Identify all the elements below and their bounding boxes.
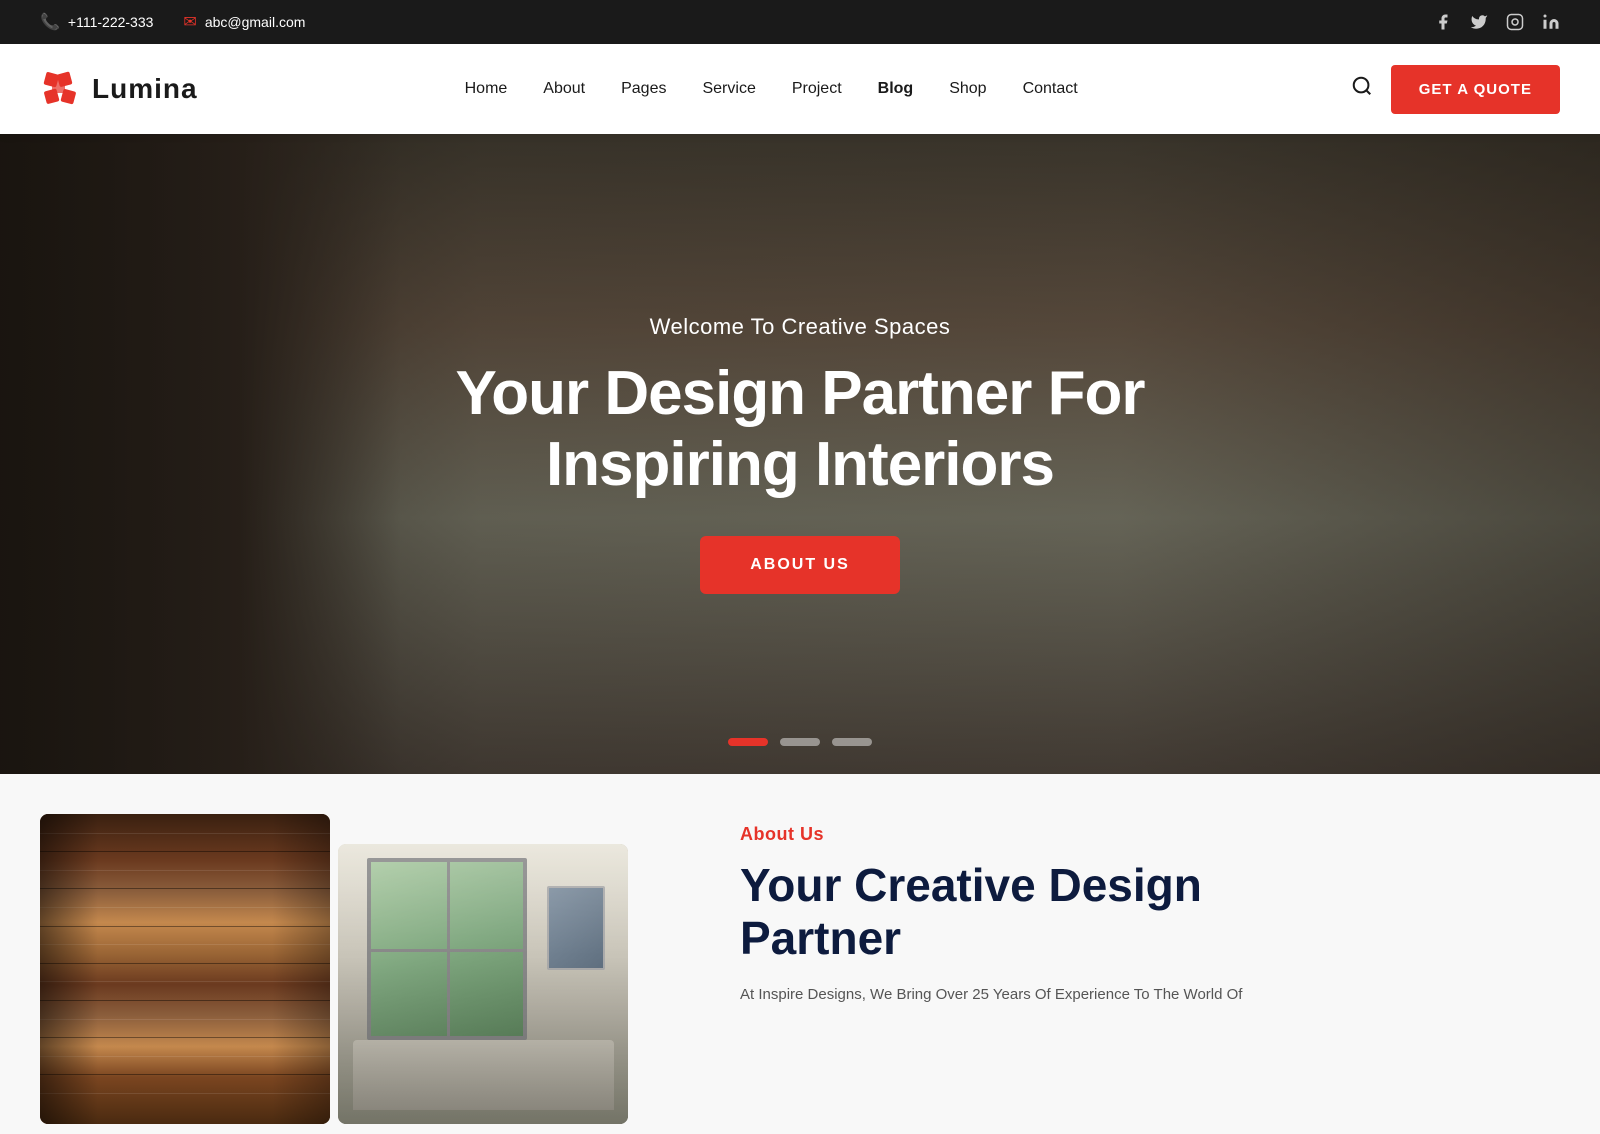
hero-title: Your Design Partner For Inspiring Interi… [456,358,1145,501]
get-quote-button[interactable]: GET A QUOTE [1391,65,1560,114]
phone-number: +111-222-333 [68,14,154,30]
phone-contact[interactable]: 📞 +111-222-333 [40,12,153,32]
twitter-icon[interactable] [1470,13,1488,31]
nav-shop[interactable]: Shop [935,70,1000,108]
logo-icon [40,68,82,110]
nav-actions: GET A QUOTE [1345,65,1560,114]
logo-text: Lumina [92,73,198,105]
about-description: At Inspire Designs, We Bring Over 25 Yea… [740,983,1540,1007]
wood-slats-decoration [40,814,330,1124]
about-us-button[interactable]: ABOUT US [700,536,900,594]
slide-dot-2[interactable] [780,738,820,746]
about-title-line2: Partner [740,912,901,964]
about-image-2 [338,844,628,1124]
hero-section: Welcome To Creative Spaces Your Design P… [0,134,1600,774]
slide-dots [728,738,872,746]
hero-title-line2: Inspiring Interiors [546,430,1054,499]
about-title: Your Creative Design Partner [740,859,1540,965]
phone-icon: 📞 [40,12,60,32]
nav-pages[interactable]: Pages [607,70,680,108]
facebook-icon[interactable] [1434,13,1452,31]
nav-service[interactable]: Service [688,70,769,108]
header: Lumina Home About Pages Service Project … [0,44,1600,134]
email-icon: ✉ [183,12,196,32]
about-images [0,774,680,1134]
search-button[interactable] [1345,69,1379,109]
about-title-line1: Your Creative Design [740,859,1202,911]
about-section: About Us Your Creative Design Partner At… [0,774,1600,1134]
nav-contact[interactable]: Contact [1009,70,1092,108]
instagram-icon[interactable] [1506,13,1524,31]
email-address: abc@gmail.com [205,14,306,30]
email-contact[interactable]: ✉ abc@gmail.com [183,12,305,32]
main-nav: Home About Pages Service Project Blog Sh… [451,70,1092,108]
hero-title-line1: Your Design Partner For [456,359,1145,428]
about-text: About Us Your Creative Design Partner At… [680,774,1600,1134]
nav-about[interactable]: About [529,70,599,108]
hero-subtitle: Welcome To Creative Spaces [456,314,1145,340]
social-links [1434,13,1560,31]
logo[interactable]: Lumina [40,68,198,110]
nav-home[interactable]: Home [451,70,522,108]
nav-project[interactable]: Project [778,70,856,108]
top-bar-contacts: 📞 +111-222-333 ✉ abc@gmail.com [40,12,305,32]
slide-dot-1[interactable] [728,738,768,746]
top-bar: 📞 +111-222-333 ✉ abc@gmail.com [0,0,1600,44]
about-image-1 [40,814,330,1124]
slide-dot-3[interactable] [832,738,872,746]
about-label: About Us [740,824,1540,845]
linkedin-icon[interactable] [1542,13,1560,31]
nav-blog[interactable]: Blog [864,70,928,108]
hero-content: Welcome To Creative Spaces Your Design P… [436,314,1165,595]
